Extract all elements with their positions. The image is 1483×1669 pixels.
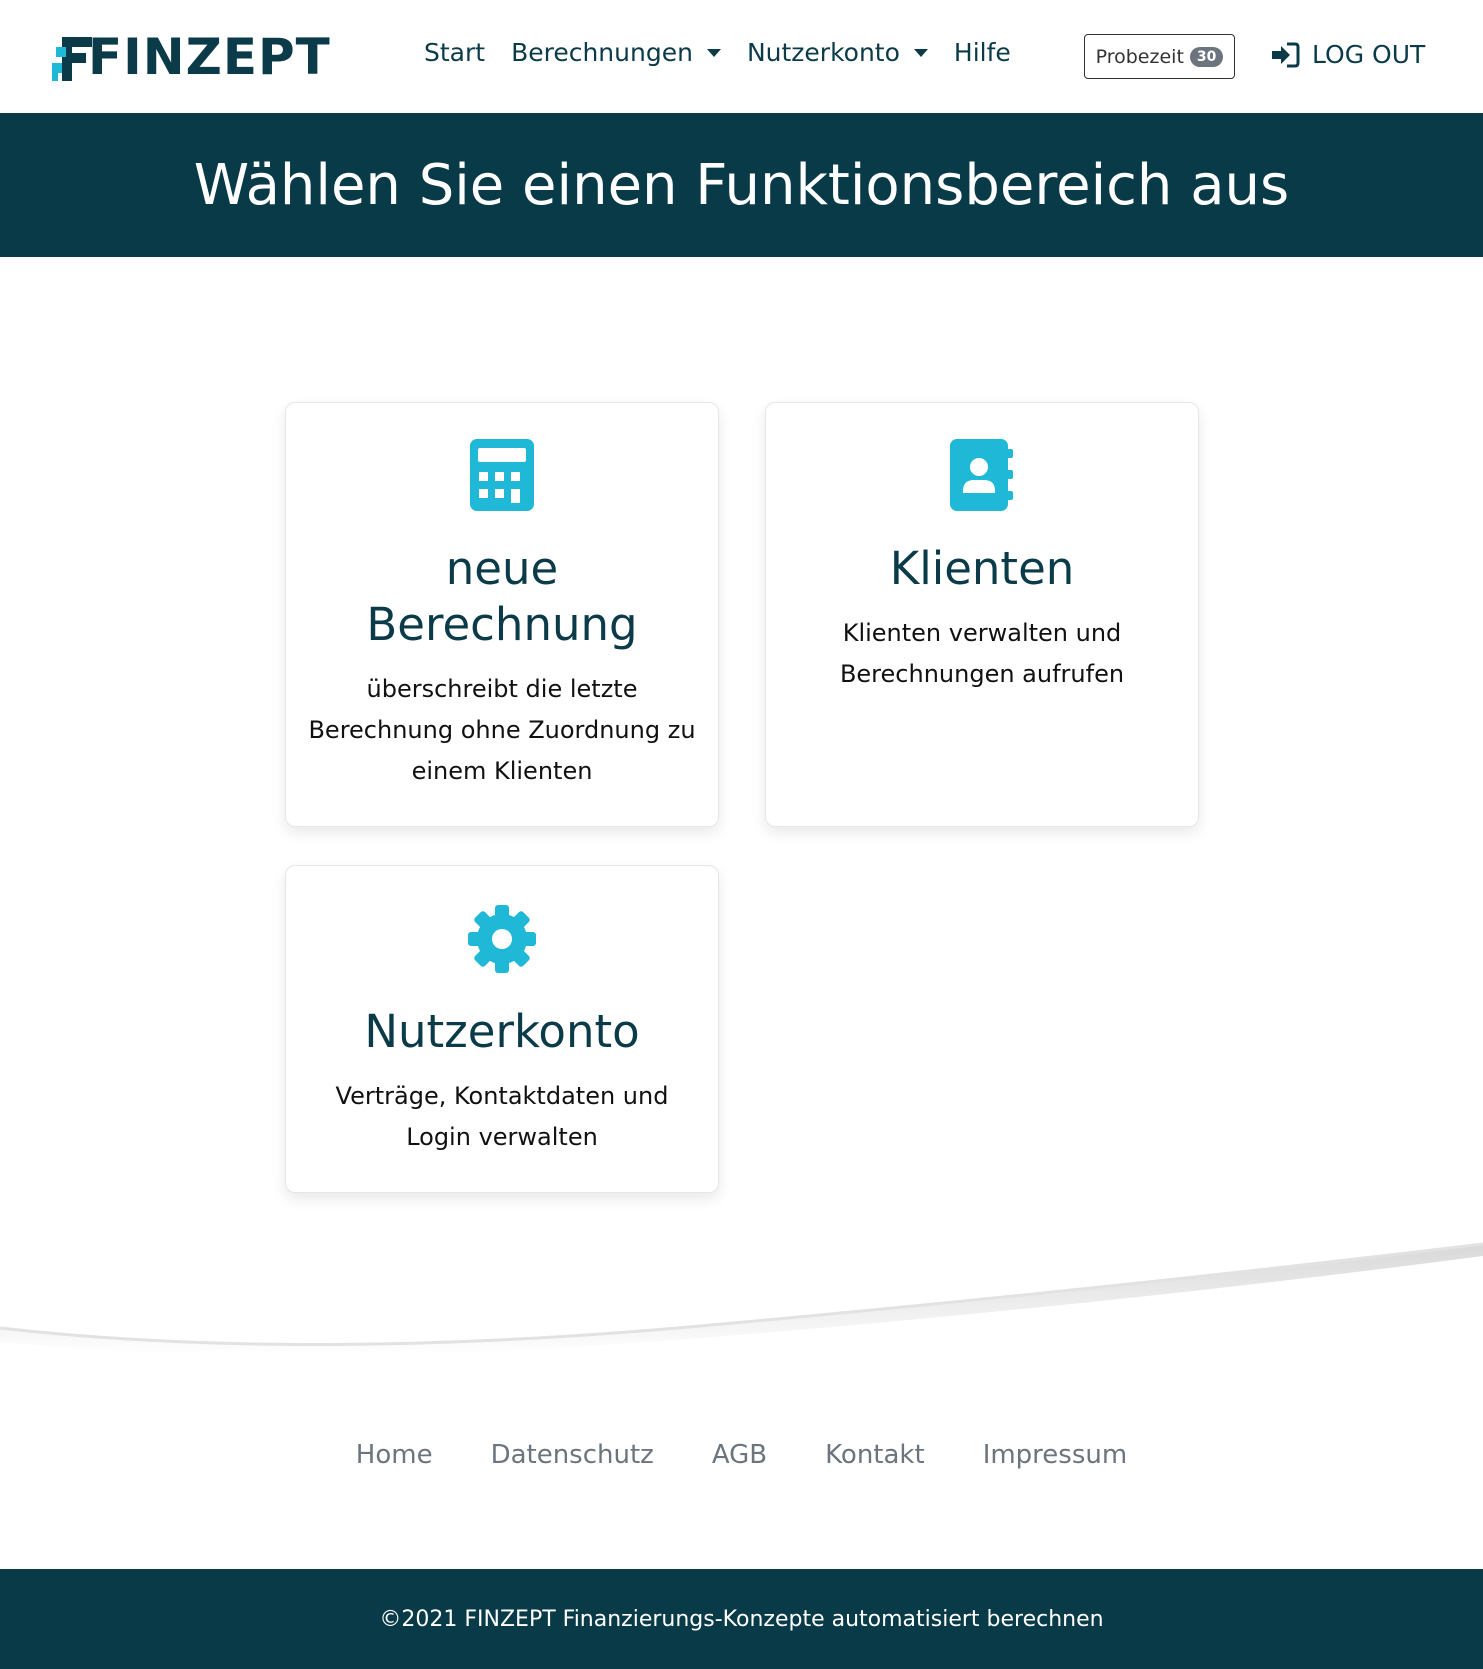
hero-banner: Wählen Sie einen Funktionsbereich aus — [0, 113, 1483, 257]
brand-logo[interactable]: FINZEPT — [52, 30, 331, 84]
nav-help[interactable]: Hilfe — [954, 38, 1011, 67]
caret-down-icon — [706, 48, 721, 57]
footer-link-terms[interactable]: AGB — [712, 1440, 767, 1470]
wave-divider — [0, 1242, 1483, 1356]
logout-link[interactable]: LOG OUT — [1270, 40, 1425, 69]
card-new-calculation[interactable]: neue Berechnung überschreibt die letzte … — [285, 402, 719, 827]
nav-start[interactable]: Start — [424, 38, 485, 67]
footer-link-imprint[interactable]: Impressum — [983, 1440, 1128, 1470]
footer-link-privacy[interactable]: Datenschutz — [491, 1440, 654, 1470]
card-title: Nutzerkonto — [364, 1005, 640, 1058]
nav-calculations-label: Berechnungen — [511, 38, 693, 67]
trial-button[interactable]: Probezeit 30 — [1084, 34, 1235, 79]
trial-days-badge: 30 — [1189, 46, 1224, 67]
copyright-text: ©2021 FINZEPT Finanzierungs-Konzepte aut… — [379, 1606, 1104, 1632]
sign-in-icon — [1272, 42, 1300, 67]
calculator-icon — [470, 439, 534, 511]
footer-bar: ©2021 FINZEPT Finanzierungs-Konzepte aut… — [0, 1569, 1483, 1669]
card-text-line1: Klienten verwalten und — [842, 619, 1122, 647]
footer-link-contact[interactable]: Kontakt — [825, 1440, 925, 1470]
trial-label: Probezeit — [1095, 45, 1184, 68]
card-clients[interactable]: Klienten Klienten verwalten und Berechnu… — [765, 402, 1199, 827]
card-text-line2: Berechnungen aufrufen — [839, 660, 1125, 688]
nav-account-dropdown[interactable]: Nutzerkonto — [747, 38, 928, 67]
card-user-account[interactable]: Nutzerkonto Verträge, Kontaktdaten und L… — [285, 865, 719, 1193]
nav-calculations-dropdown[interactable]: Berechnungen — [511, 38, 721, 67]
footer-link-home[interactable]: Home — [356, 1440, 433, 1470]
page-title: Wählen Sie einen Funktionsbereich aus — [193, 152, 1290, 218]
card-text-line1: Verträge, Kontaktdaten und — [335, 1082, 669, 1110]
gear-icon — [468, 905, 536, 973]
caret-down-icon — [913, 48, 928, 57]
navbar: FINZEPT Start Berechnungen Nutzerkonto H… — [0, 0, 1483, 113]
logout-label: LOG OUT — [1312, 40, 1426, 69]
address-book-icon — [950, 439, 1013, 511]
card-title: Klienten — [889, 542, 1075, 595]
card-text-line1: überschreibt die letzte — [366, 675, 638, 703]
card-text-line2: Login verwalten — [406, 1123, 598, 1151]
logo-mark-icon — [52, 37, 92, 81]
card-title-line1: neue — [445, 542, 559, 595]
main-nav: Start Berechnungen Nutzerkonto Hilfe — [424, 38, 1037, 67]
footer-nav: Home Datenschutz AGB Kontakt Impressum — [0, 1440, 1483, 1470]
logo-text: FINZEPT — [88, 28, 331, 86]
nav-account-label: Nutzerkonto — [746, 38, 900, 67]
card-title-line2: Berechnung — [366, 598, 638, 651]
card-text-line2: Berechnung ohne Zuordnung zu — [308, 716, 696, 744]
card-text-line3: einem Klienten — [411, 757, 593, 785]
